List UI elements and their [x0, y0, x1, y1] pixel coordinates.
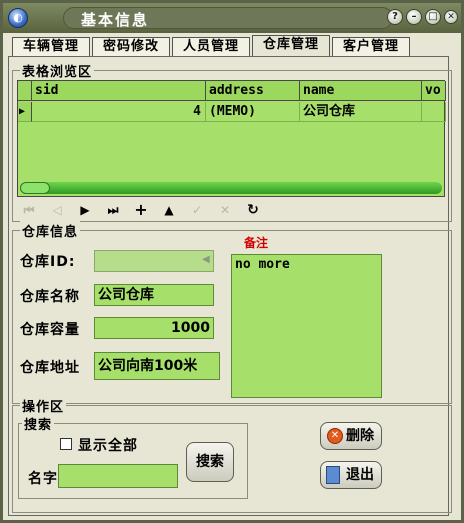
browse-group-title: 表格浏览区	[20, 61, 95, 80]
prior-record-icon[interactable]: ◁	[45, 200, 69, 220]
delete-button[interactable]: ✕ 删除	[320, 422, 382, 450]
column-header-address[interactable]: address	[206, 81, 300, 101]
title-bar[interactable]: ◐ 基本信息 ? – □ ✕	[3, 3, 461, 33]
delete-button-label: 删除	[346, 428, 374, 444]
warehouse-name-label: 仓库名称	[20, 289, 80, 305]
tab-password-change[interactable]: 密码修改	[92, 37, 170, 57]
exit-button[interactable]: 退出	[320, 461, 382, 489]
insert-record-icon[interactable]: +	[129, 200, 153, 220]
operations-title: 操作区	[20, 396, 67, 415]
tab-warehouse-management[interactable]: 仓库管理	[252, 35, 330, 57]
tab-staff-management[interactable]: 人员管理	[172, 37, 250, 57]
warehouse-address-label: 仓库地址	[20, 360, 80, 376]
cell-address[interactable]: (MEMO)	[206, 102, 300, 122]
search-group-title: 搜索	[22, 414, 55, 433]
post-edit-icon[interactable]: ✓	[185, 200, 209, 220]
next-record-icon[interactable]: ▶	[73, 200, 97, 220]
warehouse-name-field[interactable]: 公司仓库	[94, 284, 214, 306]
warehouse-info-title: 仓库信息	[20, 221, 81, 240]
warehouse-capacity-label: 仓库容量	[20, 322, 80, 338]
maximize-icon[interactable]: □	[425, 9, 441, 25]
memo-label: 备注	[244, 236, 269, 250]
warehouse-id-field[interactable]	[94, 250, 214, 272]
exit-door-icon	[326, 466, 340, 484]
search-button[interactable]: 搜索	[186, 442, 234, 482]
data-grid[interactable]: sid address name vo ▶ 4 (MEMO) 公司仓库	[17, 80, 446, 197]
last-record-icon[interactable]: ⏭	[101, 200, 125, 220]
cell-vo[interactable]	[422, 102, 446, 122]
first-record-icon[interactable]: ⏮	[17, 200, 41, 220]
warehouse-capacity-field[interactable]: 1000	[94, 317, 214, 339]
tab-vehicle-management[interactable]: 车辆管理	[12, 37, 90, 57]
refresh-icon[interactable]: ↻	[241, 200, 265, 220]
delete-icon: ✕	[327, 428, 343, 444]
column-header-name[interactable]: name	[300, 81, 422, 101]
search-name-label: 名字	[28, 471, 58, 487]
column-header-sid[interactable]: sid	[32, 81, 206, 101]
window-title: 基本信息	[81, 11, 150, 29]
cancel-edit-icon[interactable]: ✕	[213, 200, 237, 220]
help-icon[interactable]: ?	[387, 9, 403, 25]
spin-down-icon[interactable]: ◀	[202, 254, 210, 265]
current-row-marker-icon: ▶	[18, 102, 32, 122]
cell-sid[interactable]: 4	[32, 102, 206, 122]
column-header-vo[interactable]: vo	[422, 81, 446, 101]
tab-customer-management[interactable]: 客户管理	[332, 37, 410, 57]
minimize-icon[interactable]: –	[406, 9, 422, 25]
search-name-field[interactable]	[58, 464, 178, 488]
exit-button-label: 退出	[346, 467, 374, 483]
cell-name[interactable]: 公司仓库	[300, 102, 422, 122]
scrollbar-thumb[interactable]	[20, 182, 50, 194]
close-icon[interactable]: ✕	[444, 10, 458, 24]
show-all-checkbox[interactable]	[60, 438, 72, 450]
row-indicator-header	[18, 81, 32, 101]
horizontal-scrollbar[interactable]	[20, 182, 442, 194]
show-all-label: 显示全部	[78, 438, 138, 454]
warehouse-address-field[interactable]: 公司向南100米	[94, 352, 220, 380]
delete-record-icon[interactable]: ▲	[157, 200, 181, 220]
memo-field[interactable]: no more	[231, 254, 382, 398]
app-globe-icon: ◐	[8, 8, 28, 28]
warehouse-id-label: 仓库ID:	[20, 254, 76, 270]
